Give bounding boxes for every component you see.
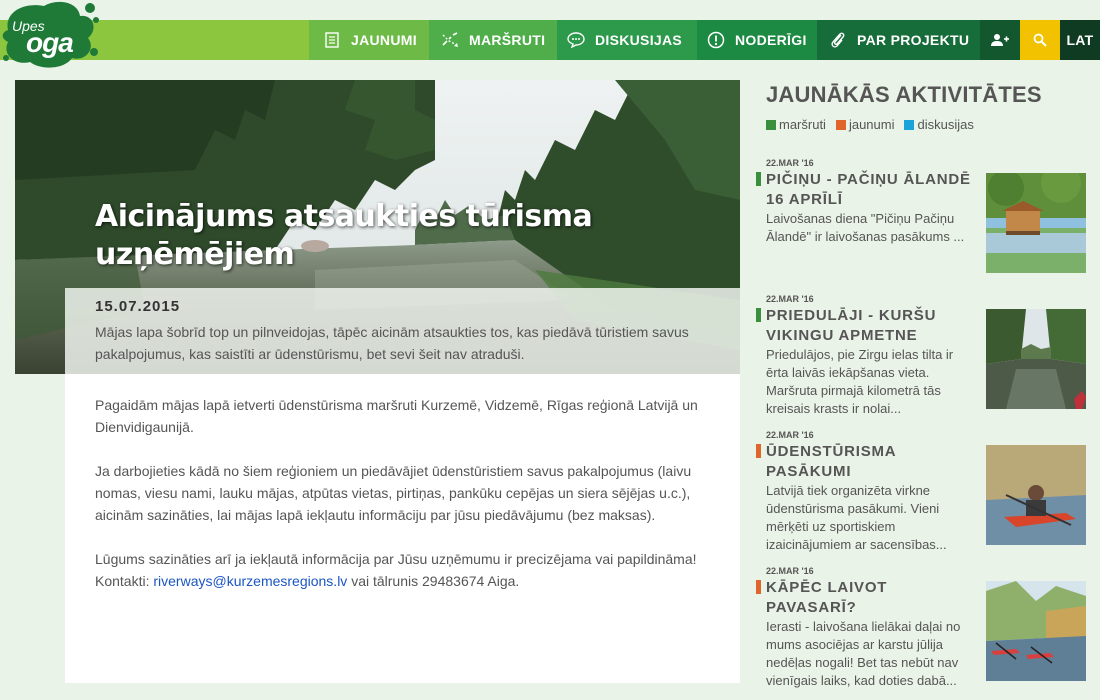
document-icon [323,31,341,49]
activity-excerpt: Priedulājos, pie Zirgu ielas tilta ir ēr… [766,347,954,416]
activity-type-marker [756,580,761,594]
add-user-icon [991,31,1009,49]
legend-item-diskusijas: diskusijas [904,117,974,132]
activity-item[interactable]: 22.MAR '16 PRIEDULĀJI - KURŠU VIKINGU AP… [756,294,1086,416]
legend-item-marsruti: maršruti [766,117,826,132]
activity-item[interactable]: 22.MAR '16 ŪDENSTŪRISMA PASĀKUMI Latvijā… [756,430,1086,552]
site-logo[interactable]: Upes oga [0,0,102,70]
activity-thumbnail[interactable] [986,581,1086,681]
paperclip-icon [829,31,847,49]
activity-type-marker [756,444,761,458]
activity-date: 22.MAR '16 [766,430,814,440]
language-switch[interactable]: LAT [1060,20,1100,60]
activity-thumbnail[interactable] [986,445,1086,545]
nav-label: JAUNUMI [351,32,417,48]
nav-label: DISKUSIJAS [595,32,683,48]
nav-item-diskusijas[interactable]: DISKUSIJAS [557,20,697,60]
activity-item[interactable]: 22.MAR '16 KĀPĒC LAIVOT PAVASARĪ? Ierast… [756,566,1086,700]
nav-label: PAR PROJEKTU [857,32,970,48]
email-link[interactable]: riverways@kurzemesregions.lv [153,573,347,589]
activity-excerpt: Latvijā tiek organizēta virkne ūdenstūri… [766,483,947,552]
chat-icon [567,31,585,49]
activity-title[interactable]: ŪDENSTŪRISMA PASĀKUMI [766,442,976,482]
register-button[interactable] [980,20,1020,60]
nav-label: MARŠRUTI [469,32,546,48]
search-icon [1031,31,1049,49]
activity-title[interactable]: PIČIŅU - PAČIŅU ĀLANDĒ 16 APRĪLĪ [766,170,976,210]
activity-thumbnail[interactable] [986,309,1086,409]
nav-item-noderigi[interactable]: NODERĪGI [697,20,817,60]
top-navigation: Upes oga JAUNUMI MARŠRUTI DISKUSIJAS NOD… [0,0,1100,68]
legend-swatch [766,119,776,130]
activity-thumbnail[interactable] [986,173,1086,273]
article-lead: 15.07.2015 Mājas lapa šobrīd top un piln… [65,288,740,374]
activity-excerpt: Laivošanas diena "Pičiņu Pačiņu Ālandē" … [766,211,965,244]
legend-item-jaunumi: jaunumi [835,117,895,132]
legend-label: maršruti [779,117,826,132]
activity-date: 22.MAR '16 [766,158,814,168]
article-title: Aicinājums atsaukties tūrisma uzņēmējiem [95,199,593,272]
article-body: Pagaidām mājas lapā ietverti ūdenstūrism… [65,374,740,683]
activity-title[interactable]: PRIEDULĀJI - KURŠU VIKINGU APMETNE [766,306,976,346]
activity-type-marker [756,308,761,322]
article-paragraph-1: Pagaidām mājas lapā ietverti ūdenstūrism… [95,397,698,435]
activity-date: 22.MAR '16 [766,294,814,304]
article-paragraph-3-text: Lūgums sazināties arī ja iekļautā inform… [95,551,697,567]
logo-text-oga: oga [26,27,74,58]
nav-item-jaunumi[interactable]: JAUNUMI [309,20,429,60]
activity-title[interactable]: KĀPĒC LAIVOT PAVASARĪ? [766,578,976,618]
info-icon [707,31,725,49]
activity-item[interactable]: 22.MAR '16 PIČIŅU - PAČIŅU ĀLANDĒ 16 APR… [756,158,1086,278]
activity-legend: maršruti jaunumi diskusijas [766,117,984,132]
legend-label: jaunumi [848,117,895,132]
legend-swatch [904,119,915,130]
legend-swatch [835,119,846,130]
article-paragraph-2: Ja darbojieties kādā no šiem reģioniem u… [95,463,692,523]
article-date: 15.07.2015 [95,298,181,315]
nav-item-par-projektu[interactable]: PAR PROJEKTU [817,20,980,60]
legend-label: diskusijas [917,117,974,132]
search-button[interactable] [1020,20,1060,60]
phone-text: vai tālrunis 29483674 Aiga. [347,573,520,589]
activity-date: 22.MAR '16 [766,566,814,576]
article-lead-text: Mājas lapa šobrīd top un pilnveidojas, t… [95,324,689,362]
nav-item-marsruti[interactable]: MARŠRUTI [429,20,557,60]
sidebar-title: JAUNĀKĀS AKTIVITĀTES [766,82,1042,107]
activity-excerpt: Ierasti - laivošana lielākai daļai no mu… [766,619,961,688]
route-icon [441,31,459,49]
activity-type-marker [756,172,761,186]
article-paragraph-3: Lūgums sazināties arī ja iekļautā inform… [95,548,710,592]
nav-label: NODERĪGI [735,32,807,48]
contacts-label: Kontakti: [95,573,154,589]
